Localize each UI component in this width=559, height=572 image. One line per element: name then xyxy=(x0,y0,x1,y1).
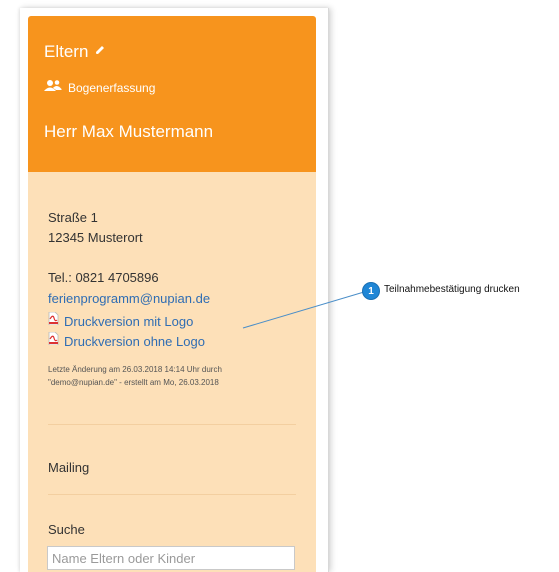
callout-badge: 1 xyxy=(363,283,379,299)
callout-text: Teilnahmebestätigung drucken xyxy=(384,284,520,295)
